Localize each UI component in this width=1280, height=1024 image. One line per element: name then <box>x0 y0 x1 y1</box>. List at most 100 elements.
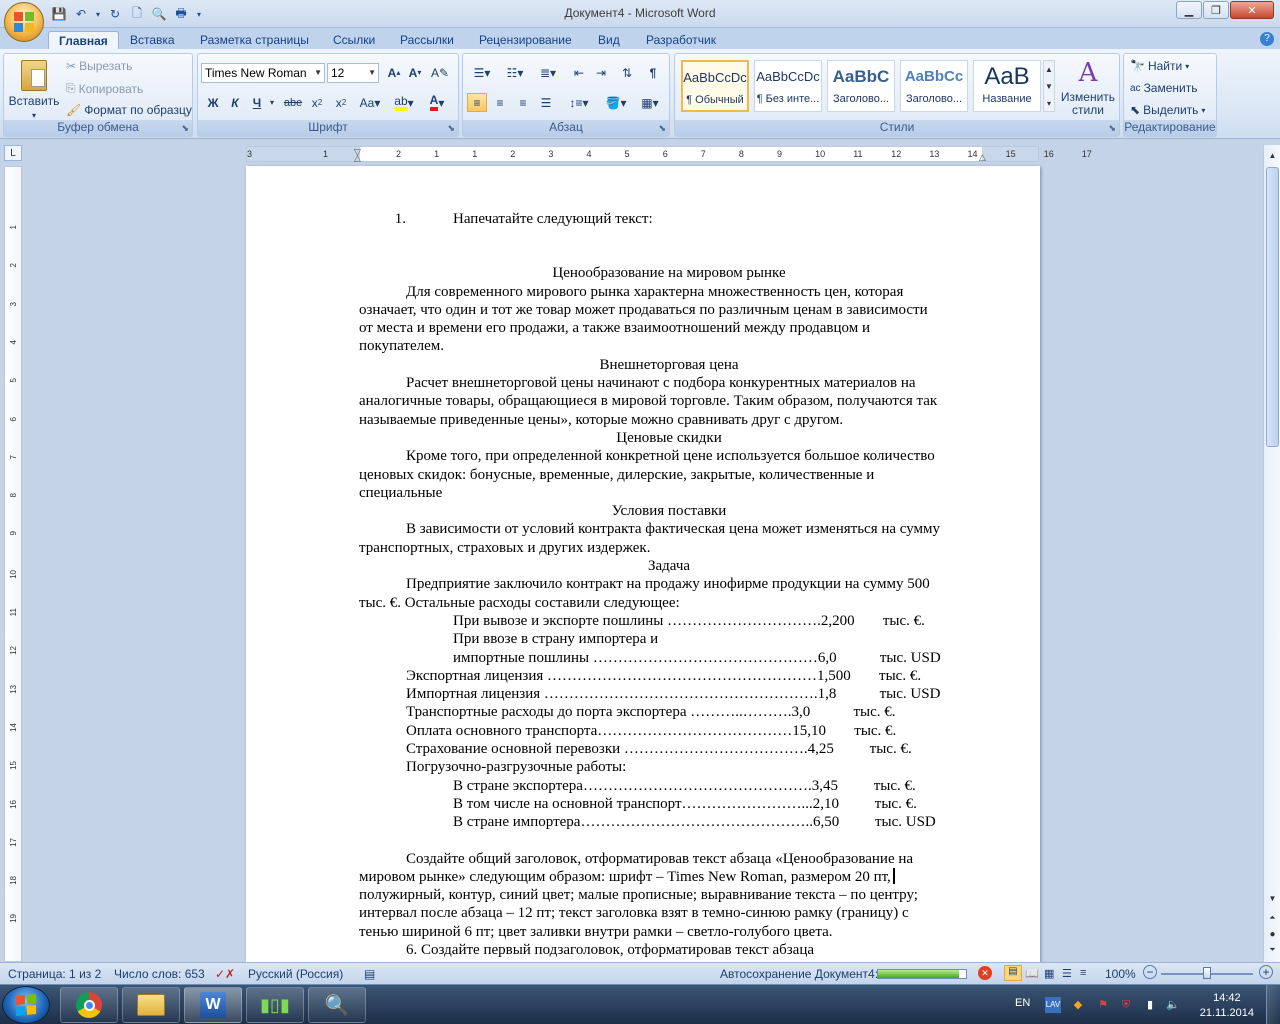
right-indent-icon[interactable]: △ <box>979 152 986 163</box>
browse-object-icon[interactable]: ● <box>1265 926 1280 942</box>
taskbar-explorer[interactable] <box>122 987 180 1023</box>
minimize-button[interactable]: ▁ <box>1176 1 1202 19</box>
draft-icon[interactable]: ≡ <box>1080 967 1086 979</box>
taskbar-tool-app[interactable]: 🔍 <box>308 987 366 1023</box>
zoom-level[interactable]: 100% <box>1105 967 1136 981</box>
document-body[interactable]: 1. Напечатайте следующий текст: Ценообраз… <box>359 210 979 959</box>
show-marks-icon[interactable]: ¶ <box>643 63 663 82</box>
tab-developer[interactable]: Разработчик <box>646 31 716 50</box>
decrease-indent-icon[interactable]: ⇤ <box>569 63 589 82</box>
tray-shield-icon[interactable]: ⛨ <box>1118 997 1134 1013</box>
superscript-icon[interactable]: x2 <box>331 93 351 112</box>
start-button[interactable] <box>2 986 50 1024</box>
horizontal-ruler[interactable]: ▽ △ △ 3 1 2 1 1 2 3 4 5 6 7 8 9 10 11 12 13 14 15 16 17 <box>246 146 1092 164</box>
vertical-scrollbar[interactable]: ▲ ▼ ⏶ ● ⏷ <box>1263 145 1280 962</box>
borders-icon[interactable]: ▦▾ <box>635 93 665 112</box>
style-title[interactable]: AaB Название <box>973 60 1041 112</box>
font-launcher-icon[interactable]: ⬊ <box>447 123 455 134</box>
maximize-button[interactable]: ❐ <box>1203 1 1229 19</box>
shading-icon[interactable]: 🪣▾ <box>601 93 631 112</box>
clipboard-launcher-icon[interactable]: ⬊ <box>181 123 189 134</box>
office-button[interactable] <box>4 2 44 42</box>
shrink-font-icon[interactable]: A ▾ <box>405 63 425 82</box>
scroll-up-icon[interactable]: ▲ <box>1265 147 1280 163</box>
styles-scroll[interactable]: ▲ ▼ ▾ <box>1043 60 1055 112</box>
hanging-indent-icon[interactable]: △ <box>354 153 361 164</box>
paste-button[interactable]: Вставить ▾ <box>8 58 60 120</box>
replace-button[interactable]: ac Заменить <box>1130 81 1198 95</box>
tab-mailings[interactable]: Рассылки <box>400 31 454 50</box>
strikethrough-icon[interactable]: abe <box>283 93 303 112</box>
font-color-icon[interactable]: A ▾ <box>422 93 452 112</box>
page-indicator[interactable]: Страница: 1 из 2 <box>8 967 101 981</box>
align-center-icon[interactable]: ≡ <box>490 93 510 112</box>
style-heading-1[interactable]: AaBbC Заголово... <box>827 60 895 112</box>
show-desktop-button[interactable] <box>1266 985 1280 1024</box>
align-left-icon[interactable]: ≡ <box>467 93 487 112</box>
sort-icon[interactable]: ⇅ <box>617 63 637 82</box>
change-styles-button[interactable]: A Изменить стили <box>1059 58 1117 117</box>
zoom-out-icon[interactable]: − <box>1143 965 1157 979</box>
bold-icon[interactable]: Ж <box>203 93 223 112</box>
multilevel-list-icon[interactable]: ≣▾ <box>533 63 563 82</box>
spelling-check-icon[interactable]: ✓✗ <box>215 967 235 981</box>
tray-app-icon[interactable]: ◆ <box>1070 997 1086 1013</box>
taskbar-network-app[interactable]: ▮▯▮ <box>246 987 304 1023</box>
numbering-icon[interactable]: ☷▾ <box>500 63 530 82</box>
input-language[interactable]: EN <box>1015 997 1030 1009</box>
taskbar-chrome[interactable] <box>60 987 118 1023</box>
outline-icon[interactable]: ☰ <box>1062 967 1072 980</box>
scroll-thumb[interactable] <box>1266 167 1279 447</box>
styles-launcher-icon[interactable]: ⬊ <box>1108 123 1116 134</box>
italic-icon[interactable]: К <box>225 93 245 112</box>
tab-review[interactable]: Рецензирование <box>479 31 572 50</box>
underline-dropdown-icon[interactable]: ▾ <box>267 93 277 112</box>
find-button[interactable]: 🔭 Найти ▾ <box>1130 59 1189 73</box>
font-name-combo[interactable]: Times New Roman ▼ <box>201 63 325 83</box>
close-button[interactable]: ✕ <box>1230 1 1274 19</box>
style-no-spacing[interactable]: AaBbCcDc ¶ Без инте... <box>754 60 822 112</box>
tray-flag-icon[interactable]: ⚑ <box>1095 997 1111 1013</box>
word-count[interactable]: Число слов: 653 <box>114 967 205 981</box>
scroll-down-icon[interactable]: ▼ <box>1265 890 1280 906</box>
language-indicator[interactable]: Русский (Россия) <box>248 967 343 981</box>
full-screen-reading-icon[interactable]: 📖 <box>1025 967 1039 980</box>
underline-icon[interactable]: Ч <box>247 93 267 112</box>
web-layout-icon[interactable]: ▦ <box>1044 967 1054 980</box>
subscript-icon[interactable]: x2 <box>307 93 327 112</box>
tab-view[interactable]: Вид <box>598 31 620 50</box>
increase-indent-icon[interactable]: ⇥ <box>591 63 611 82</box>
tab-selector[interactable]: L <box>4 145 22 161</box>
paragraph-launcher-icon[interactable]: ⬊ <box>658 123 666 134</box>
clear-format-icon[interactable]: A✎ <box>430 63 450 82</box>
cancel-autosave-icon[interactable]: ✕ <box>978 966 992 980</box>
print-layout-icon[interactable]: ▤ <box>1004 965 1022 981</box>
help-icon[interactable]: ? <box>1260 32 1274 46</box>
copy-button[interactable]: ⎘ Копировать <box>66 81 143 96</box>
previous-page-icon[interactable]: ⏶ <box>1265 910 1280 926</box>
zoom-in-icon[interactable]: + <box>1259 965 1273 979</box>
clock[interactable]: 14:42 21.11.2014 <box>1200 991 1254 1021</box>
highlight-icon[interactable]: ab ▾ <box>390 93 418 112</box>
format-painter-button[interactable]: 🖌 Формат по образцу <box>66 103 192 117</box>
align-right-icon[interactable]: ≡ <box>513 93 533 112</box>
tray-network-icon[interactable]: ▮ <box>1142 997 1158 1013</box>
zoom-slider-thumb[interactable] <box>1203 967 1211 979</box>
select-button[interactable]: ⬉ Выделить ▾ <box>1130 103 1205 117</box>
tab-insert[interactable]: Вставка <box>130 31 175 50</box>
tab-page-layout[interactable]: Разметка страницы <box>200 31 309 50</box>
tray-lav-icon[interactable]: LAV <box>1045 997 1061 1013</box>
tab-references[interactable]: Ссылки <box>333 31 375 50</box>
macro-record-icon[interactable]: ▤ <box>364 967 375 981</box>
justify-icon[interactable]: ☰ <box>536 93 556 112</box>
document-page[interactable]: 1. Напечатайте следующий текст: Ценообраз… <box>246 166 1040 962</box>
line-spacing-icon[interactable]: ↕≡▾ <box>565 93 593 112</box>
next-page-icon[interactable]: ⏷ <box>1265 942 1280 958</box>
style-normal[interactable]: AaBbCcDc ¶ Обычный <box>681 60 749 112</box>
taskbar-word[interactable]: W <box>184 987 242 1023</box>
tray-volume-icon[interactable]: 🔈 <box>1165 997 1181 1013</box>
grow-font-icon[interactable]: A ▴ <box>384 63 404 82</box>
tab-home[interactable]: Главная <box>48 31 119 50</box>
bullets-icon[interactable]: ☰▾ <box>467 63 497 82</box>
style-heading-2[interactable]: AaBbCc Заголово... <box>900 60 968 112</box>
